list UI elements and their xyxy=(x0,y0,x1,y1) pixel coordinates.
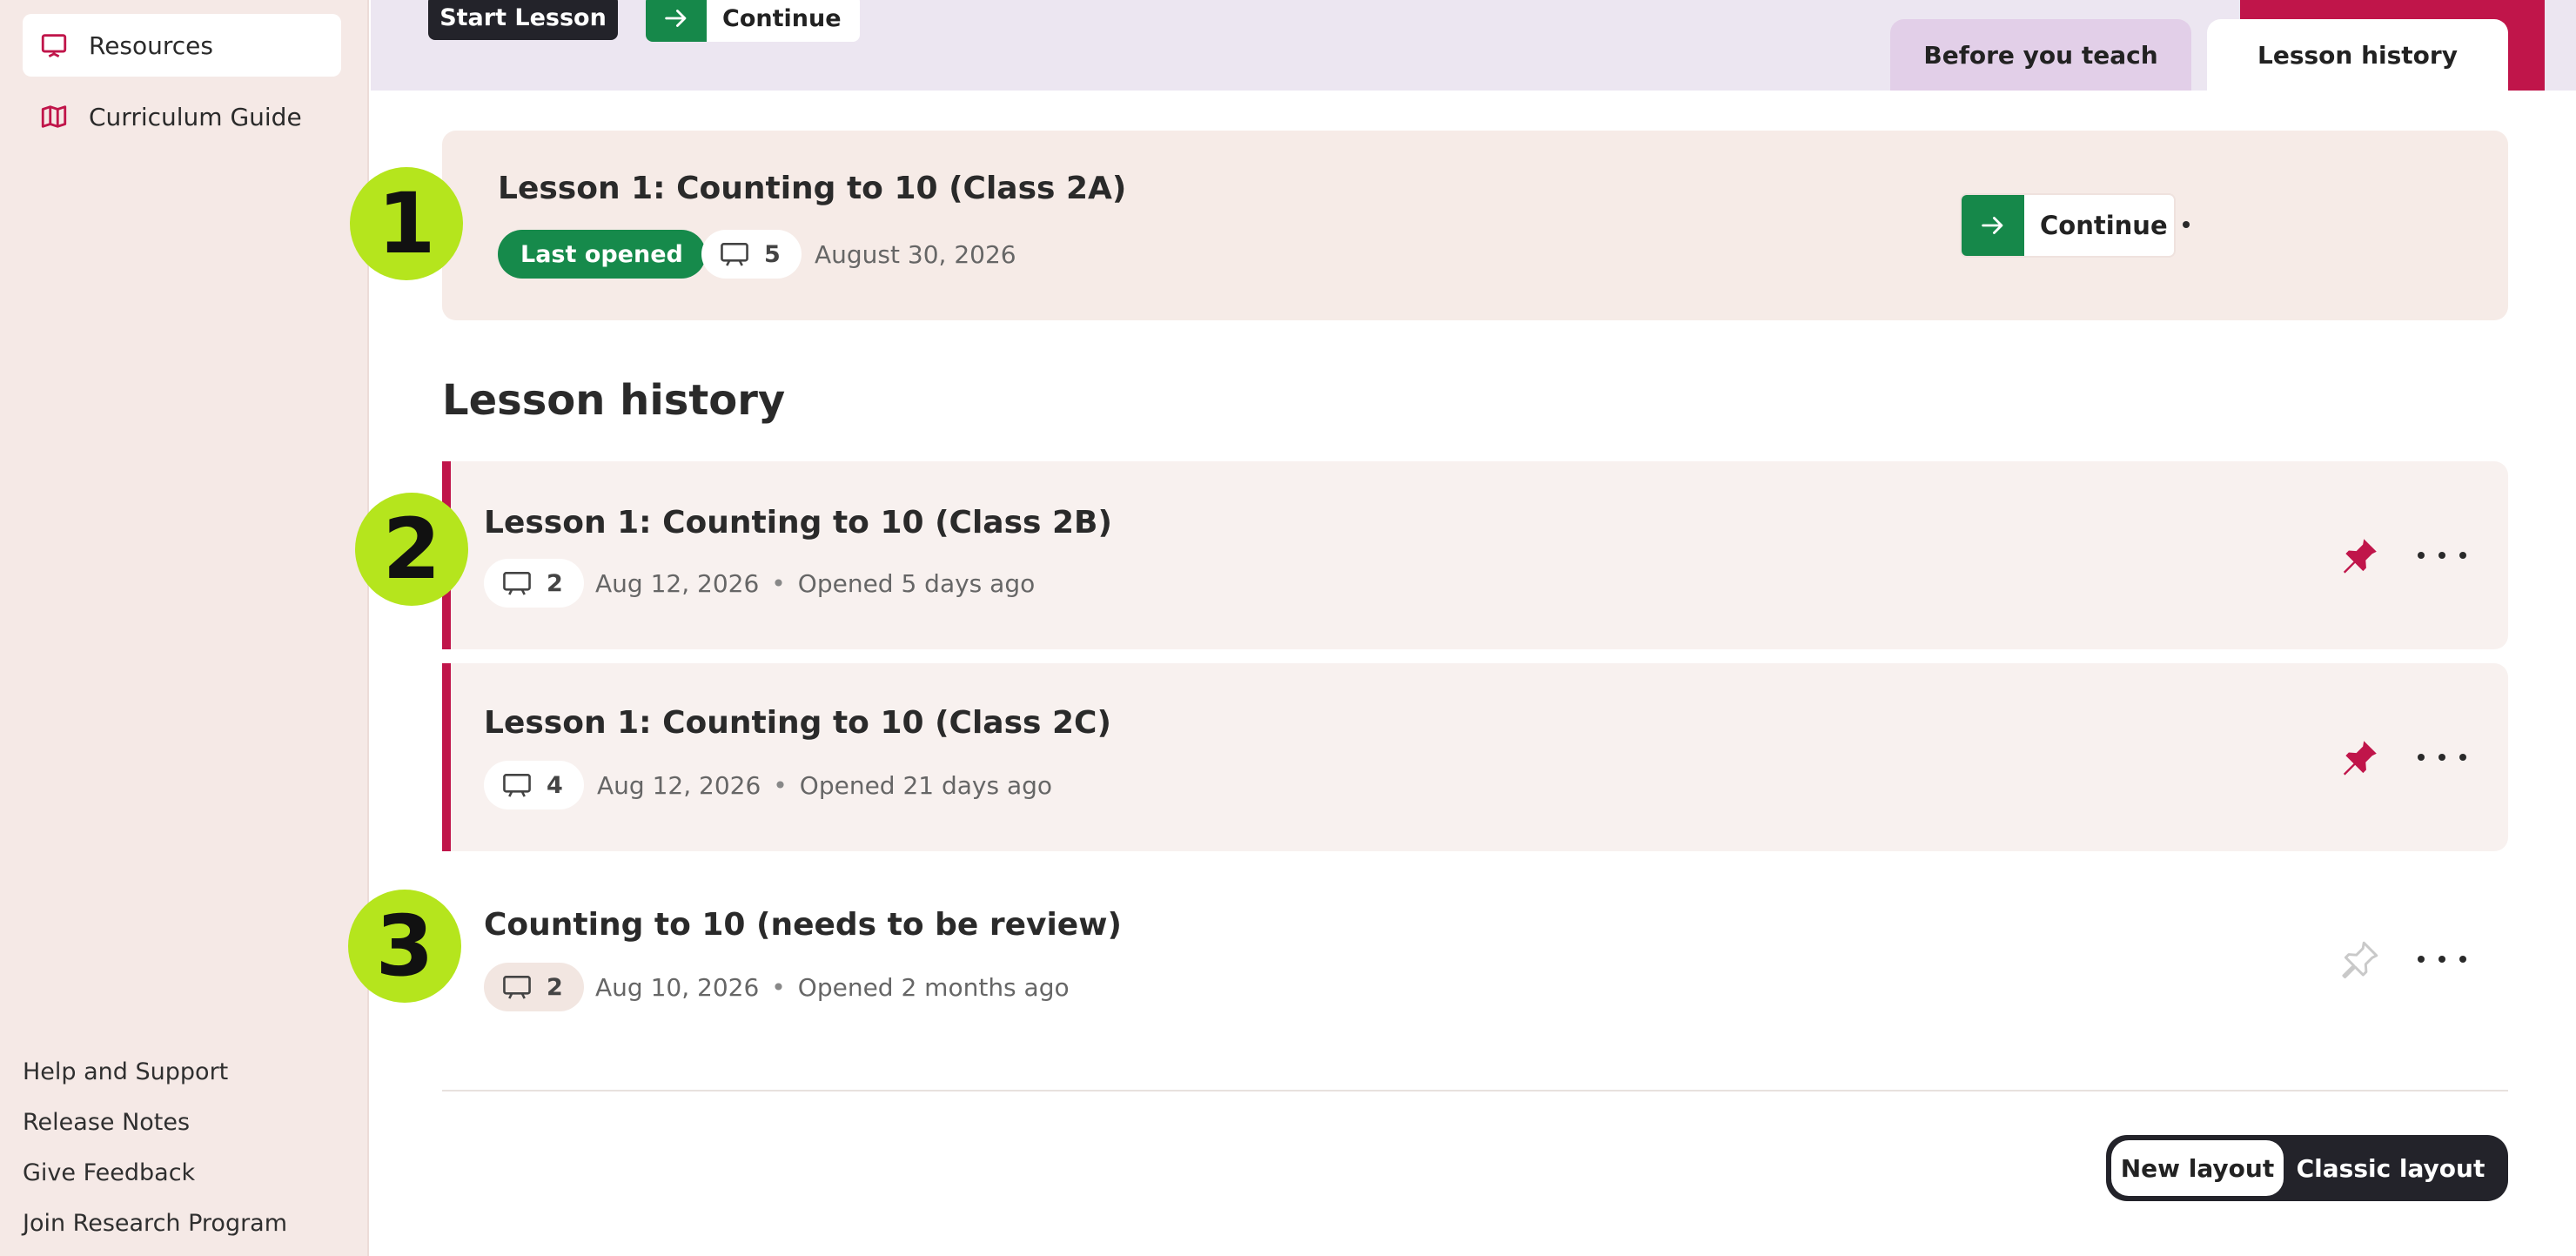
sidebar-item-curriculum-guide[interactable]: Curriculum Guide xyxy=(23,85,341,148)
continue-label: Continue xyxy=(2040,211,2168,240)
comment-icon xyxy=(501,973,533,1001)
lesson-title[interactable]: Lesson 1: Counting to 10 (Class 2A) xyxy=(498,171,1126,206)
comment-count: 2 xyxy=(547,569,563,597)
comments-chip[interactable]: 2 xyxy=(484,559,584,608)
help-support-link[interactable]: Help and Support xyxy=(23,1058,228,1085)
sidebar: Resources Curriculum Guide Help and Supp… xyxy=(0,0,369,1256)
more-options-icon[interactable] xyxy=(2418,547,2466,564)
lesson-meta: Aug 12, 2026 • Opened 5 days ago xyxy=(595,569,1035,598)
pin-filled-icon[interactable] xyxy=(2338,736,2381,780)
lesson-meta: Aug 12, 2026 • Opened 21 days ago xyxy=(597,771,1052,800)
separator-dot: • xyxy=(773,771,788,800)
start-lesson-button[interactable]: Start Lesson xyxy=(428,0,618,40)
comment-icon xyxy=(719,240,750,268)
history-row: Lesson 1: Counting to 10 (Class 2B) 2 Au… xyxy=(442,461,2508,649)
comment-icon xyxy=(501,771,533,799)
sidebar-item-label: Curriculum Guide xyxy=(89,102,302,131)
comments-chip[interactable]: 4 xyxy=(484,761,584,809)
lesson-date: Aug 12, 2026 xyxy=(595,569,760,598)
lesson-meta: Aug 10, 2026 • Opened 2 months ago xyxy=(595,973,1070,1002)
last-opened-badge: Last opened xyxy=(498,230,706,279)
pin-outline-icon[interactable] xyxy=(2338,938,2381,982)
more-options-icon[interactable] xyxy=(2418,950,2466,968)
arrow-right-icon xyxy=(1962,195,2024,256)
arrow-right-icon xyxy=(646,0,707,42)
more-options-icon[interactable] xyxy=(2418,749,2466,766)
marker-3: 3 xyxy=(348,890,461,1003)
opened-time: Opened 21 days ago xyxy=(799,771,1053,800)
section-title: Lesson history xyxy=(442,376,786,425)
map-icon xyxy=(38,101,70,132)
pin-filled-icon[interactable] xyxy=(2338,534,2381,578)
comment-count: 5 xyxy=(764,240,781,268)
separator-dot: • xyxy=(771,973,786,1002)
comments-chip[interactable]: 2 xyxy=(484,963,584,1011)
comments-chip[interactable]: 5 xyxy=(701,230,802,279)
lesson-date: August 30, 2026 xyxy=(815,240,1016,269)
lesson-date: Aug 10, 2026 xyxy=(595,973,760,1002)
history-row: Counting to 10 (needs to be review) 2 Au… xyxy=(442,865,2508,1053)
marker-2: 2 xyxy=(355,493,468,606)
opened-time: Opened 2 months ago xyxy=(797,973,1070,1002)
current-lesson-card: Lesson 1: Counting to 10 (Class 2A) Last… xyxy=(442,131,2508,320)
lesson-title[interactable]: Lesson 1: Counting to 10 (Class 2C) xyxy=(484,705,1111,741)
continue-button[interactable]: Continue xyxy=(1960,193,2176,258)
lesson-title[interactable]: Counting to 10 (needs to be review) xyxy=(484,907,1122,943)
give-feedback-link[interactable]: Give Feedback xyxy=(23,1159,195,1186)
history-row: Lesson 1: Counting to 10 (Class 2C) 4 Au… xyxy=(442,663,2508,851)
comment-icon xyxy=(501,569,533,597)
opened-time: Opened 5 days ago xyxy=(797,569,1036,598)
separator-dot: • xyxy=(771,569,786,598)
release-notes-link[interactable]: Release Notes xyxy=(23,1109,190,1136)
new-layout-option[interactable]: New layout xyxy=(2111,1140,2284,1196)
sidebar-item-resources[interactable]: Resources xyxy=(23,14,341,77)
join-research-link[interactable]: Join Research Program xyxy=(23,1210,287,1237)
lesson-date: Aug 12, 2026 xyxy=(597,771,761,800)
tab-before-you-teach[interactable]: Before you teach xyxy=(1890,19,2191,91)
sidebar-item-label: Resources xyxy=(89,30,213,60)
lesson-title[interactable]: Lesson 1: Counting to 10 (Class 2B) xyxy=(484,505,1112,541)
marker-1: 1 xyxy=(350,167,463,280)
main-content: Start Lesson Continue Before you teach L… xyxy=(371,0,2576,1256)
layout-toggle: New layout Classic layout xyxy=(2106,1135,2508,1201)
presentation-icon xyxy=(38,30,70,61)
comment-count: 4 xyxy=(547,771,563,799)
continue-button-top[interactable]: Continue xyxy=(646,0,860,42)
divider xyxy=(442,1090,2508,1091)
classic-layout-option[interactable]: Classic layout xyxy=(2284,1140,2498,1196)
comment-count: 2 xyxy=(547,973,563,1001)
continue-label: Continue xyxy=(722,4,842,32)
tab-lesson-history[interactable]: Lesson history xyxy=(2207,19,2508,91)
